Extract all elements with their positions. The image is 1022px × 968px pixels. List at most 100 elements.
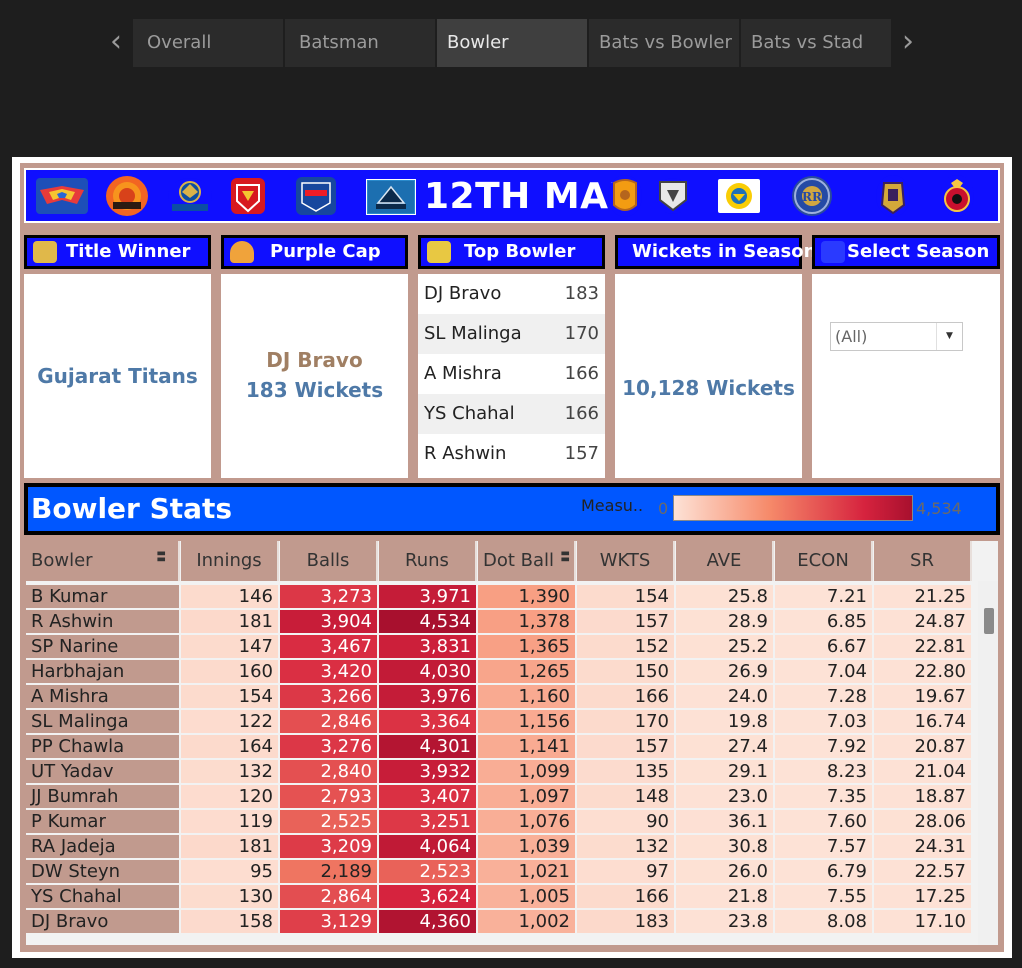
top-bowler-row: R Ashwin 157 — [418, 434, 605, 474]
title-winner-label: Title Winner — [66, 241, 191, 262]
legend-max: 4,534 — [916, 499, 962, 518]
dc-logo-icon — [296, 177, 336, 215]
cell-sr: 19.67 — [874, 685, 971, 708]
cell-balls: 3,904 — [280, 610, 377, 633]
dashboard: 12TH MAN RR Title Winner Purple Cap Top … — [12, 157, 1012, 958]
cell-ave: 23.8 — [676, 910, 773, 933]
cap-icon — [230, 241, 254, 263]
select-season-card: (All) ▼ — [812, 274, 1000, 478]
cell-innings: 181 — [181, 610, 278, 633]
column-header-econ[interactable]: ECON — [775, 541, 873, 581]
sort-icon[interactable]: ▬ ▬ — [157, 549, 166, 565]
tab-scroll-left-icon[interactable]: ‹ — [104, 19, 128, 67]
bowler-stats-table: Bowler ▬ ▬ Innings Balls Runs Dot Ball ▬ ▬… — [26, 541, 998, 945]
cell-econ: 7.60 — [775, 810, 872, 833]
column-header-runs[interactable]: Runs — [379, 541, 477, 581]
tab-bowler[interactable]: Bowler — [437, 19, 587, 67]
top-bowler-row: DJ Bravo 183 — [418, 274, 605, 314]
cell-wkts: 148 — [577, 785, 674, 808]
cell-runs: 3,407 — [379, 785, 476, 808]
column-header-dot-ball[interactable]: Dot Ball ▬ ▬ — [478, 541, 576, 581]
cell-wkts: 135 — [577, 760, 674, 783]
color-legend-bar — [673, 495, 913, 521]
column-header-bowler[interactable]: Bowler ▬ ▬ — [26, 541, 180, 581]
cell-ave: 25.8 — [676, 585, 773, 608]
top-bowler-card: DJ Bravo 183 SL Malinga 170 A Mishra 166… — [418, 274, 605, 478]
cell-runs: 3,624 — [379, 885, 476, 908]
cell-ave: 27.4 — [676, 735, 773, 758]
cell-wkts: 183 — [577, 910, 674, 933]
bowler-stats-header: Bowler Stats Measu.. 0 4,534 — [24, 483, 1000, 535]
cell-bowler: Harbhajan Singh — [26, 660, 179, 705]
dc-chargers-logo-icon — [656, 178, 690, 214]
column-header-wkts[interactable]: WKTS — [577, 541, 675, 581]
cell-innings: 95 — [181, 860, 278, 883]
column-header-ave[interactable]: AVE — [676, 541, 774, 581]
column-header-label: Dot Ball — [483, 550, 555, 571]
cell-balls: 3,129 — [280, 910, 377, 933]
cell-wkts: 97 — [577, 860, 674, 883]
column-header-balls[interactable]: Balls — [280, 541, 378, 581]
tab-bats-vs-stad[interactable]: Bats vs Stad — [741, 19, 891, 67]
column-header-sr[interactable]: SR — [874, 541, 972, 581]
cell-runs: 3,971 — [379, 585, 476, 608]
srh-logo-icon — [106, 176, 148, 216]
cell-dot-ball: 1,141 — [478, 735, 575, 758]
title-winner-card: Gujarat Titans — [24, 274, 211, 478]
tab-bats-vs-bowler[interactable]: Bats vs Bowler — [589, 19, 739, 67]
sort-icon[interactable]: ▬ ▬ — [561, 549, 570, 565]
tab-overall[interactable]: Overall — [133, 19, 283, 67]
cell-ave: 28.9 — [676, 610, 773, 633]
pbks-logo-icon — [231, 178, 265, 214]
cell-dot-ball: 1,002 — [478, 910, 575, 933]
season-select[interactable]: (All) ▼ — [830, 322, 963, 351]
cell-dot-ball: 1,160 — [478, 685, 575, 708]
chevron-down-icon[interactable]: ▼ — [936, 323, 962, 350]
cell-dot-ball: 1,156 — [478, 710, 575, 733]
cell-sr: 22.80 — [874, 660, 971, 683]
column-header-label: Bowler — [31, 550, 93, 571]
tab-batsman[interactable]: Batsman — [285, 19, 435, 67]
cell-wkts: 166 — [577, 685, 674, 708]
cell-econ: 6.79 — [775, 860, 872, 883]
cell-balls: 2,846 — [280, 710, 377, 733]
bowler-stats-title: Bowler Stats — [31, 492, 233, 525]
cell-innings: 160 — [181, 660, 278, 683]
purple-cap-player: DJ Bravo — [266, 348, 363, 372]
cell-innings: 158 — [181, 910, 278, 933]
season-select-value: (All) — [835, 327, 868, 346]
cell-innings: 147 — [181, 635, 278, 658]
scrollbar-thumb[interactable] — [984, 608, 994, 634]
cell-sr: 16.74 — [874, 710, 971, 733]
top-bowler-name: YS Chahal — [424, 403, 515, 424]
purple-cap-wickets: 183 Wickets — [245, 378, 384, 402]
cell-bowler: R Ashwin — [26, 610, 179, 633]
cell-dot-ball: 1,097 — [478, 785, 575, 808]
wickets-in-season-label: Wickets in Season — [632, 241, 817, 262]
cell-wkts: 90 — [577, 810, 674, 833]
svg-text:RR: RR — [802, 190, 823, 204]
cell-bowler: DJ Bravo — [26, 910, 179, 933]
cell-wkts: 166 — [577, 885, 674, 908]
top-bowler-row: YS Chahal 166 — [418, 394, 605, 434]
cell-ave: 36.1 — [676, 810, 773, 833]
csk-logo-icon — [718, 179, 760, 213]
top-bowler-name: SL Malinga — [424, 323, 522, 344]
cell-econ: 7.92 — [775, 735, 872, 758]
table-scrollbar[interactable] — [978, 581, 998, 945]
cell-wkts: 152 — [577, 635, 674, 658]
bowler-icon — [427, 241, 451, 263]
cell-dot-ball: 1,390 — [478, 585, 575, 608]
tab-scroll-right-icon[interactable]: › — [896, 19, 920, 67]
dashboard-frame: 12TH MAN RR Title Winner Purple Cap Top … — [20, 163, 1004, 952]
cell-dot-ball: 1,378 — [478, 610, 575, 633]
cell-sr: 21.25 — [874, 585, 971, 608]
cell-innings: 181 — [181, 835, 278, 858]
cell-dot-ball: 1,099 — [478, 760, 575, 783]
cell-ave: 25.2 — [676, 635, 773, 658]
column-header-innings[interactable]: Innings — [181, 541, 279, 581]
cell-dot-ball: 1,005 — [478, 885, 575, 908]
select-season-label: Select Season — [847, 241, 990, 262]
gl-logo-icon — [608, 175, 642, 217]
cell-econ: 7.03 — [775, 710, 872, 733]
